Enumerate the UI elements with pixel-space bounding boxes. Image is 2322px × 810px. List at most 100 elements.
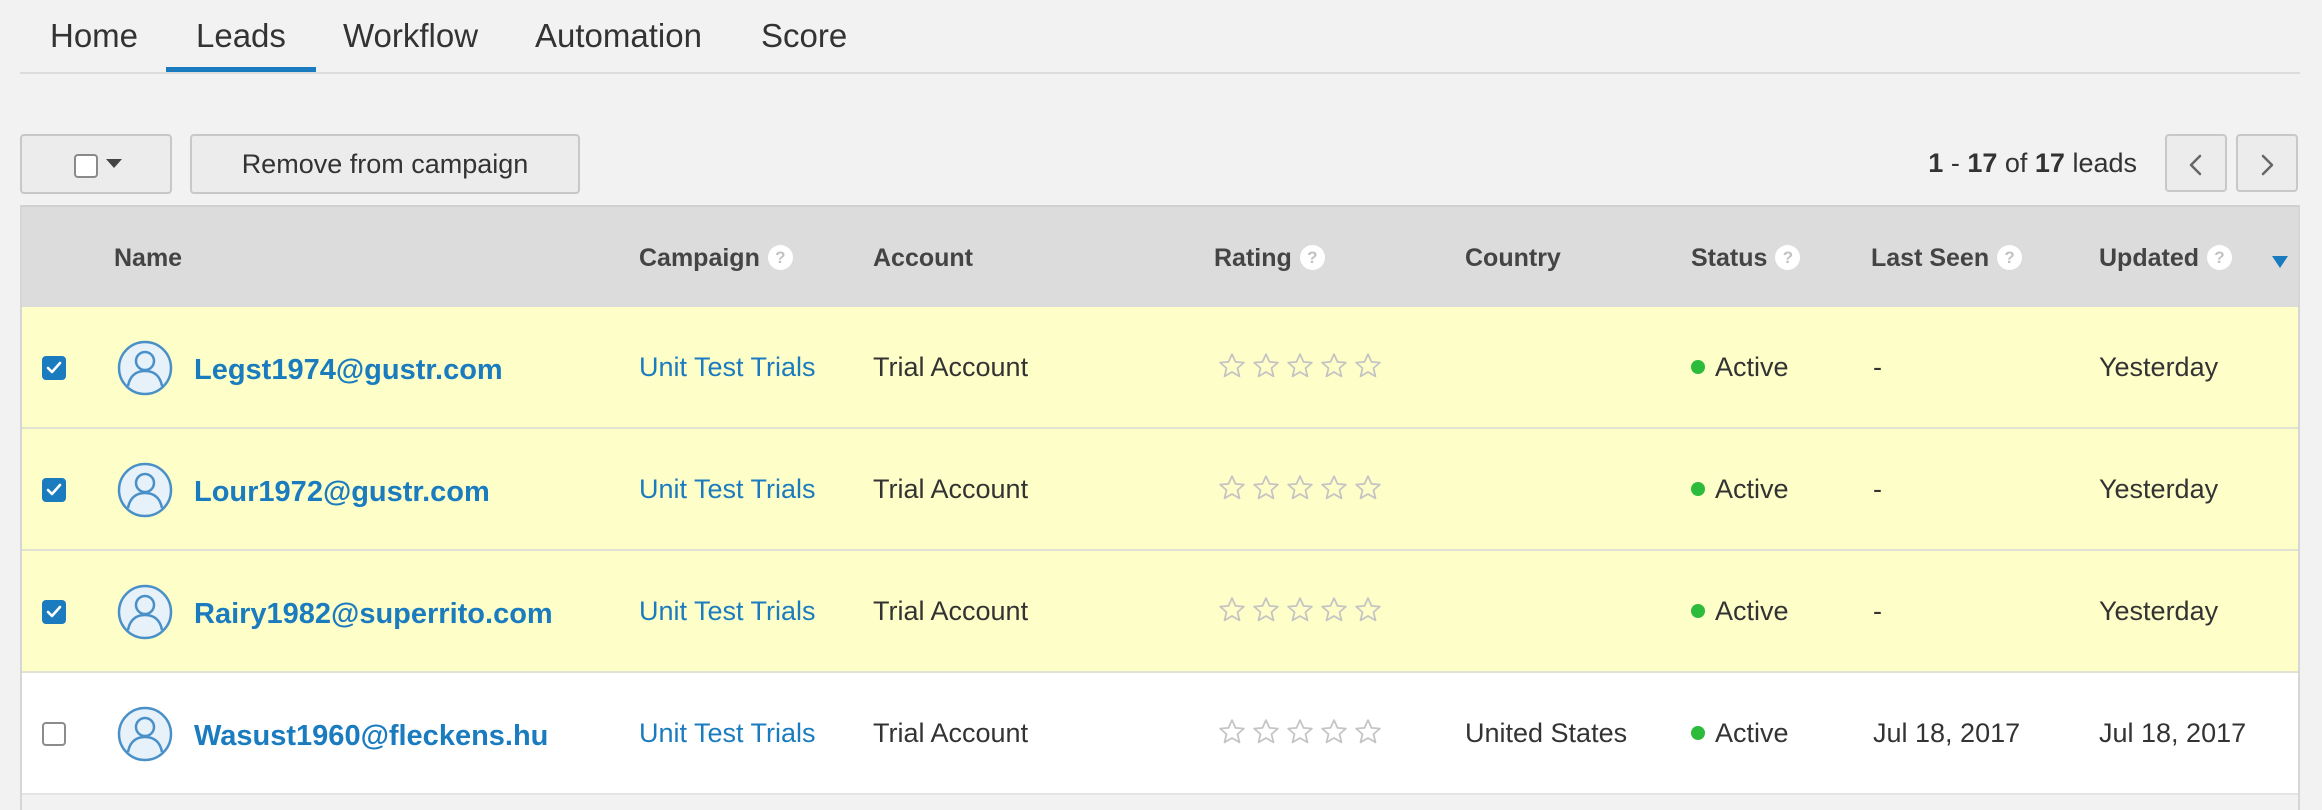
pagination-summary: 1 - 17 of 17 leads bbox=[1928, 144, 2137, 182]
tab-home-label: Home bbox=[50, 17, 139, 54]
column-campaign-label: Campaign bbox=[639, 244, 760, 272]
rating-stars[interactable] bbox=[1217, 351, 1387, 383]
pager-sep: - bbox=[1943, 148, 1968, 178]
remove-from-campaign-button[interactable]: Remove from campaign bbox=[190, 134, 580, 194]
column-header-campaign[interactable]: Campaign? bbox=[639, 207, 793, 309]
table-header: Name Campaign? Account Rating? Country S… bbox=[22, 205, 2298, 307]
star-outline-icon[interactable] bbox=[1285, 351, 1315, 381]
status-cell: Active bbox=[1691, 673, 1789, 793]
tab-leads[interactable]: Leads bbox=[166, 0, 316, 72]
last-seen-cell: - bbox=[1873, 474, 1882, 504]
check-icon bbox=[46, 605, 62, 618]
column-header-name[interactable]: Name bbox=[114, 207, 182, 309]
row-checkbox[interactable] bbox=[42, 356, 66, 380]
help-icon[interactable]: ? bbox=[767, 244, 793, 270]
lead-email-link[interactable]: Wasust1960@fleckens.hu bbox=[194, 673, 548, 793]
star-outline-icon[interactable] bbox=[1285, 473, 1315, 503]
star-outline-icon[interactable] bbox=[1217, 717, 1247, 747]
pager-end: 17 bbox=[1967, 148, 1998, 178]
star-outline-icon[interactable] bbox=[1251, 717, 1281, 747]
sort-desc-icon[interactable] bbox=[2272, 256, 2288, 268]
pager-of: of bbox=[1997, 148, 2035, 178]
row-checkbox[interactable] bbox=[42, 478, 66, 502]
star-outline-icon[interactable] bbox=[1319, 717, 1349, 747]
status-active-dot bbox=[1691, 481, 1705, 496]
status-text: Active bbox=[1715, 352, 1789, 382]
next-page-button[interactable] bbox=[2236, 134, 2298, 192]
star-outline-icon[interactable] bbox=[1217, 351, 1247, 381]
user-avatar-icon bbox=[117, 584, 173, 640]
help-icon[interactable]: ? bbox=[1775, 244, 1801, 270]
pager-start: 1 bbox=[1928, 148, 1944, 178]
table-row[interactable]: Wasust1960@fleckens.hu Unit Test Trials … bbox=[22, 673, 2298, 795]
star-outline-icon[interactable] bbox=[1319, 351, 1349, 381]
tab-leads-label: Leads bbox=[196, 17, 286, 54]
star-outline-icon[interactable] bbox=[1319, 473, 1349, 503]
status-cell: Active bbox=[1691, 551, 1789, 671]
chevron-left-icon bbox=[2189, 154, 2202, 176]
row-checkbox[interactable] bbox=[42, 722, 66, 746]
tab-score-label: Score bbox=[761, 17, 848, 54]
column-status-label: Status bbox=[1691, 244, 1768, 272]
star-outline-icon[interactable] bbox=[1251, 595, 1281, 625]
status-cell: Active bbox=[1691, 307, 1789, 427]
account-cell: Trial Account bbox=[873, 474, 1029, 504]
previous-page-button[interactable] bbox=[2165, 134, 2227, 192]
campaign-link[interactable]: Unit Test Trials bbox=[639, 673, 816, 793]
rating-stars[interactable] bbox=[1217, 717, 1387, 749]
star-outline-icon[interactable] bbox=[1353, 717, 1383, 747]
check-icon bbox=[46, 361, 62, 374]
user-avatar-icon bbox=[117, 706, 173, 762]
updated-cell: Yesterday bbox=[2099, 596, 2219, 626]
user-avatar-icon bbox=[117, 462, 173, 518]
star-outline-icon[interactable] bbox=[1217, 473, 1247, 503]
table-row[interactable]: Lour1972@gustr.com Unit Test Trials Tria… bbox=[22, 429, 2298, 551]
help-icon[interactable]: ? bbox=[2207, 244, 2232, 270]
star-outline-icon[interactable] bbox=[1285, 595, 1315, 625]
lead-email-link[interactable]: Legst1974@gustr.com bbox=[194, 307, 503, 427]
campaign-link[interactable]: Unit Test Trials bbox=[639, 307, 816, 427]
account-cell: Trial Account bbox=[873, 352, 1029, 382]
star-outline-icon[interactable] bbox=[1251, 473, 1281, 503]
table-row[interactable]: Rairy1982@superrito.com Unit Test Trials… bbox=[22, 551, 2298, 673]
country-cell: United States bbox=[1465, 718, 1628, 748]
star-outline-icon[interactable] bbox=[1251, 351, 1281, 381]
rating-stars[interactable] bbox=[1217, 473, 1387, 505]
star-outline-icon[interactable] bbox=[1353, 351, 1383, 381]
updated-cell: Yesterday bbox=[2099, 352, 2219, 382]
tab-workflow[interactable]: Workflow bbox=[313, 0, 508, 72]
column-header-updated[interactable]: Updated? bbox=[2099, 207, 2232, 309]
chevron-down-icon bbox=[106, 159, 122, 168]
star-outline-icon[interactable] bbox=[1319, 595, 1349, 625]
rating-stars[interactable] bbox=[1217, 595, 1387, 627]
campaign-link[interactable]: Unit Test Trials bbox=[639, 551, 816, 671]
status-active-dot bbox=[1691, 603, 1705, 618]
column-header-status[interactable]: Status? bbox=[1691, 207, 1801, 309]
column-header-last-seen[interactable]: Last Seen? bbox=[1871, 207, 2023, 309]
user-avatar-icon bbox=[117, 340, 173, 396]
star-outline-icon[interactable] bbox=[1353, 473, 1383, 503]
lead-email-link[interactable]: Rairy1982@superrito.com bbox=[194, 551, 553, 671]
help-icon[interactable]: ? bbox=[1997, 244, 2023, 270]
row-checkbox[interactable] bbox=[42, 600, 66, 624]
table-row[interactable]: Legst1974@gustr.com Unit Test Trials Tri… bbox=[22, 307, 2298, 429]
column-name-label: Name bbox=[114, 244, 183, 272]
column-header-rating[interactable]: Rating? bbox=[1214, 207, 1325, 309]
tab-automation-label: Automation bbox=[535, 17, 702, 54]
column-header-account[interactable]: Account bbox=[873, 207, 973, 309]
updated-cell: Yesterday bbox=[2099, 474, 2219, 504]
star-outline-icon[interactable] bbox=[1217, 595, 1247, 625]
checkbox-dropdown-icon bbox=[74, 154, 98, 178]
star-outline-icon[interactable] bbox=[1353, 595, 1383, 625]
last-seen-cell: - bbox=[1873, 352, 1882, 382]
last-seen-cell: - bbox=[1873, 596, 1882, 626]
tab-score[interactable]: Score bbox=[731, 0, 877, 72]
column-header-country[interactable]: Country bbox=[1465, 207, 1561, 309]
select-all-dropdown[interactable] bbox=[20, 134, 172, 194]
tab-automation[interactable]: Automation bbox=[505, 0, 732, 72]
tab-home[interactable]: Home bbox=[20, 0, 168, 72]
star-outline-icon[interactable] bbox=[1285, 717, 1315, 747]
lead-email-link[interactable]: Lour1972@gustr.com bbox=[194, 429, 490, 549]
help-icon[interactable]: ? bbox=[1299, 244, 1325, 270]
campaign-link[interactable]: Unit Test Trials bbox=[639, 429, 816, 549]
